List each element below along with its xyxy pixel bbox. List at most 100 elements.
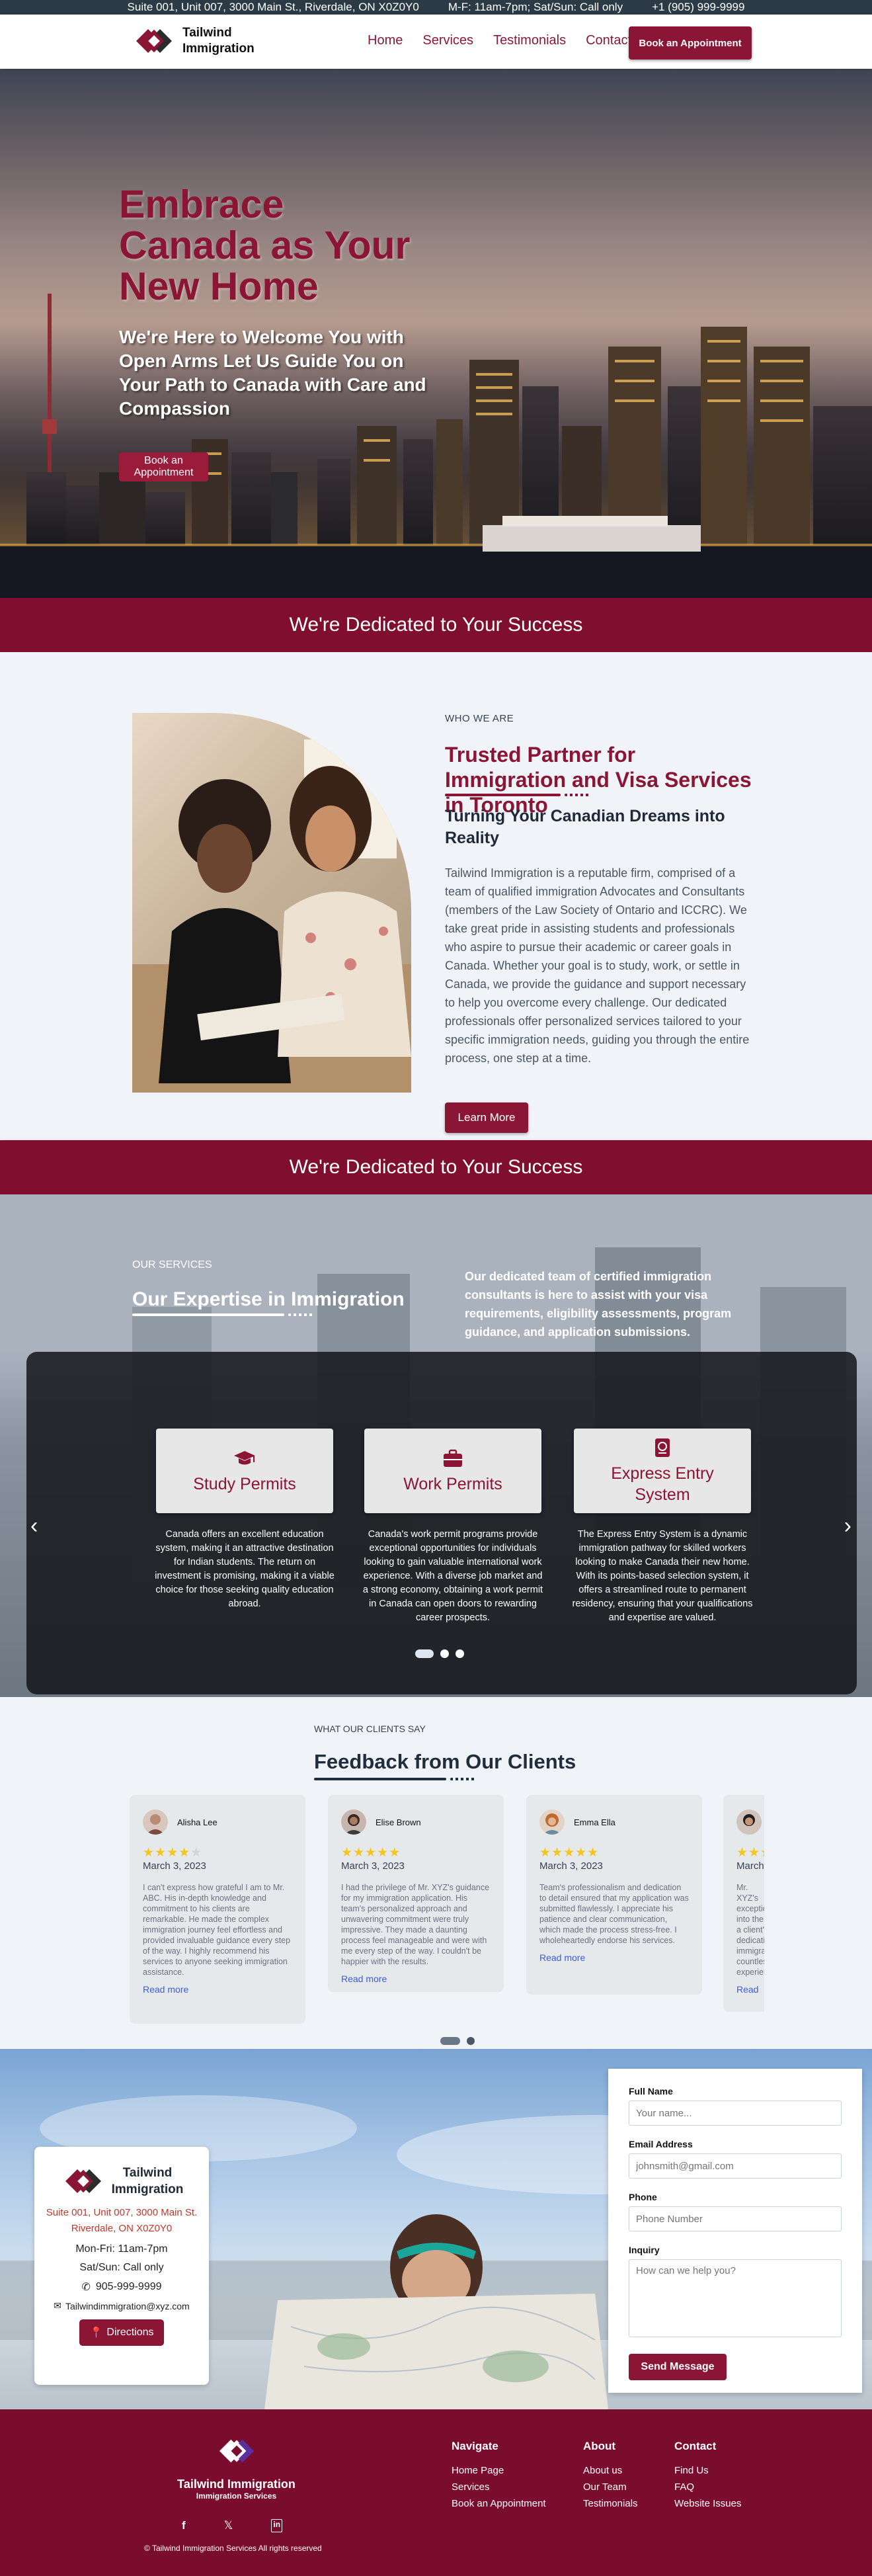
testimonial-card: Alisha Lee ★★★★★ March 3, 2023 I can't e…: [130, 1795, 305, 2024]
service-card-express-entry[interactable]: Express Entry System: [574, 1429, 751, 1513]
footer-link[interactable]: Website Issues: [674, 2495, 741, 2512]
facebook-icon[interactable]: f: [182, 2519, 186, 2532]
services-description: Our dedicated team of certified immigrat…: [465, 1270, 732, 1339]
about-eyebrow: WHO WE ARE: [445, 713, 514, 724]
nav-services[interactable]: Services: [422, 33, 473, 48]
phone-icon: ✆: [81, 2282, 91, 2293]
nav-home[interactable]: Home: [368, 33, 403, 48]
graduation-cap-icon: [234, 1451, 255, 1465]
copyright: © Tailwind Immigration Services All righ…: [144, 2544, 322, 2553]
footer-link[interactable]: Testimonials: [583, 2495, 638, 2512]
testimonial-date: March 3, 2023: [143, 1860, 206, 1872]
carousel-prev-icon[interactable]: ‹: [30, 1513, 38, 1539]
directions-label: Directions: [106, 2327, 154, 2338]
testimonial-date: March 3, 2023: [341, 1860, 405, 1872]
testimonial-text: I can't express how grateful I am to Mr.…: [143, 1883, 291, 1977]
testimonial-text: Team's professionalism and dedication to…: [539, 1883, 689, 1945]
success-banner: We're Dedicated to Your Success: [0, 598, 872, 652]
contact-phone[interactable]: ✆ 905-999-9999: [34, 2280, 209, 2294]
linkedin-icon[interactable]: in: [271, 2519, 283, 2532]
footer-link[interactable]: Services: [452, 2479, 546, 2495]
footer-logo[interactable]: Tailwind Immigration Immigration Service…: [175, 2433, 297, 2501]
service-card-text: The Express Entry System is a dynamic im…: [572, 1529, 753, 1623]
footer-link[interactable]: Book an Appointment: [452, 2495, 546, 2512]
service-card-title: Express Entry System: [611, 1464, 714, 1504]
services-section: OUR SERVICES Our Expertise in Immigratio…: [0, 1194, 872, 1697]
site-header: Tailwind Immigration Home Services Testi…: [0, 15, 872, 69]
testimonials-pagination: [440, 2037, 475, 2045]
testimonials-dot[interactable]: [440, 2037, 460, 2045]
footer-column-title: Contact: [674, 2440, 717, 2452]
book-appointment-button[interactable]: Book an Appointment: [629, 26, 752, 60]
testimonials-dot[interactable]: [467, 2037, 475, 2045]
success-banner-2: We're Dedicated to Your Success: [0, 1140, 872, 1194]
contact-phone-text: 905-999-9999: [95, 2281, 162, 2292]
name-label: Full Name: [629, 2086, 673, 2097]
about-title-underline: [445, 794, 561, 796]
service-card-work[interactable]: Work Permits: [364, 1429, 541, 1513]
testimonial-text: Mr. XYZ's exceptional into the a client'…: [736, 1883, 764, 1977]
nav-testimonials[interactable]: Testimonials: [493, 33, 566, 48]
service-card-title: Work Permits: [403, 1475, 502, 1493]
contact-logo: Tailwind Immigration: [34, 2163, 209, 2200]
read-more-link[interactable]: Read more: [539, 1952, 689, 1963]
nav-contact[interactable]: Contact: [586, 33, 631, 48]
avatar: [341, 1809, 366, 1835]
topbar-hours: M-F: 11am-7pm; Sat/Sun: Call only: [448, 1, 623, 13]
hero-book-appointment-button[interactable]: Book an Appointment: [119, 452, 208, 481]
logo-diamond-icon: [65, 2169, 101, 2193]
read-more-link[interactable]: Read more: [143, 1984, 292, 1995]
footer-logo-sub: Immigration Services: [196, 2491, 277, 2501]
service-card-text: Canada's work permit programs provide ex…: [362, 1529, 543, 1623]
carousel-dot[interactable]: [415, 1649, 434, 1658]
footer-link[interactable]: FAQ: [674, 2479, 741, 2495]
directions-button[interactable]: 📍 Directions: [79, 2319, 164, 2346]
logo-line2: Immigration: [111, 2182, 184, 2196]
email-label: Email Address: [629, 2139, 693, 2149]
logo-diamond-icon: [219, 2439, 254, 2463]
star-rating-icon: ★★★★★: [341, 1846, 401, 1860]
read-more-link[interactable]: Read more: [341, 1974, 491, 1984]
email-icon: ✉: [54, 2300, 62, 2311]
carousel-next-icon[interactable]: ›: [844, 1513, 852, 1539]
about-subtitle: Turning Your Canadian Dreams into Realit…: [445, 807, 725, 847]
footer-link[interactable]: About us: [583, 2462, 638, 2479]
services-carousel: ‹ › Study Permits Work Permits Express E…: [26, 1352, 857, 1694]
contact-email[interactable]: ✉ Tailwindimmigration@xyz.com: [34, 2300, 209, 2311]
testimonial-date: March 3, 2023: [539, 1860, 603, 1872]
carousel-dot[interactable]: [440, 1649, 449, 1658]
carousel-dot[interactable]: [456, 1649, 464, 1658]
phone-input[interactable]: [629, 2206, 842, 2231]
testimonials-title-underline: [314, 1778, 446, 1780]
star-rating-icon: ★★★★★: [736, 1846, 764, 1860]
email-field[interactable]: [629, 2153, 842, 2179]
contact-address: Suite 001, Unit 007, 3000 Main St. River…: [34, 2205, 209, 2237]
footer-link[interactable]: Our Team: [583, 2479, 638, 2495]
footer-column-navigate: Navigate Home Page Services Book an Appo…: [452, 2440, 546, 2512]
send-message-button[interactable]: Send Message: [629, 2354, 727, 2380]
read-more-link[interactable]: Read: [736, 1984, 764, 1995]
star-rating-icon: ★★★★★: [143, 1846, 203, 1860]
topbar-phone[interactable]: +1 (905) 999-9999: [652, 1, 744, 14]
footer-link[interactable]: Home Page: [452, 2462, 546, 2479]
learn-more-button[interactable]: Learn More: [445, 1102, 528, 1133]
footer-link[interactable]: Find Us: [674, 2462, 741, 2479]
service-card-text: Canada offers an excellent education sys…: [155, 1529, 335, 1609]
services-title-underline-dots: [288, 1313, 315, 1316]
contact-hours-weekday: Mon-Fri: 11am-7pm: [75, 2243, 168, 2255]
testimonials-title-underline-dots: [450, 1778, 477, 1780]
inquiry-textarea[interactable]: [629, 2259, 842, 2337]
about-section: WHO WE ARE Trusted Partner for Immigrati…: [0, 652, 872, 1140]
testimonial-date: March: [736, 1860, 764, 1872]
testimonial-name: Elise Brown: [376, 1817, 421, 1827]
x-twitter-icon[interactable]: 𝕏: [224, 2519, 233, 2532]
header-logo[interactable]: Tailwind Immigration: [132, 22, 255, 60]
testimonial-card-clipped: ★★★★★ March Mr. XYZ's exceptional into t…: [723, 1795, 764, 2012]
about-title-underline-dots: [565, 794, 591, 796]
avatar: [143, 1809, 168, 1835]
address-line1: Suite 001, Unit 007, 3000 Main St.: [46, 2207, 198, 2218]
full-name-input[interactable]: [629, 2100, 842, 2126]
hero-subtitle: We're Here to Welcome You with Open Arms…: [119, 327, 426, 419]
briefcase-icon: [444, 1449, 462, 1467]
service-card-study[interactable]: Study Permits: [156, 1429, 333, 1513]
